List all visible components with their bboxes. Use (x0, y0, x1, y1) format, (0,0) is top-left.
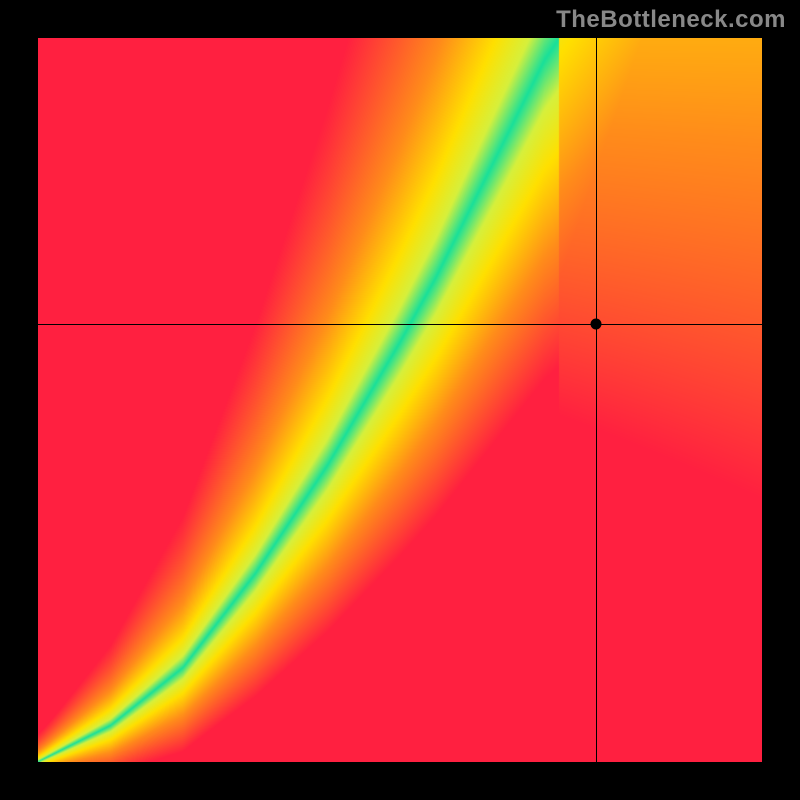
plot-area (38, 38, 762, 762)
heatmap-canvas (38, 38, 762, 762)
crosshair-marker (591, 319, 602, 330)
watermark-text: TheBottleneck.com (556, 6, 786, 34)
chart-frame: TheBottleneck.com (0, 0, 800, 800)
crosshair-horizontal (38, 324, 762, 325)
crosshair-vertical (596, 38, 597, 762)
